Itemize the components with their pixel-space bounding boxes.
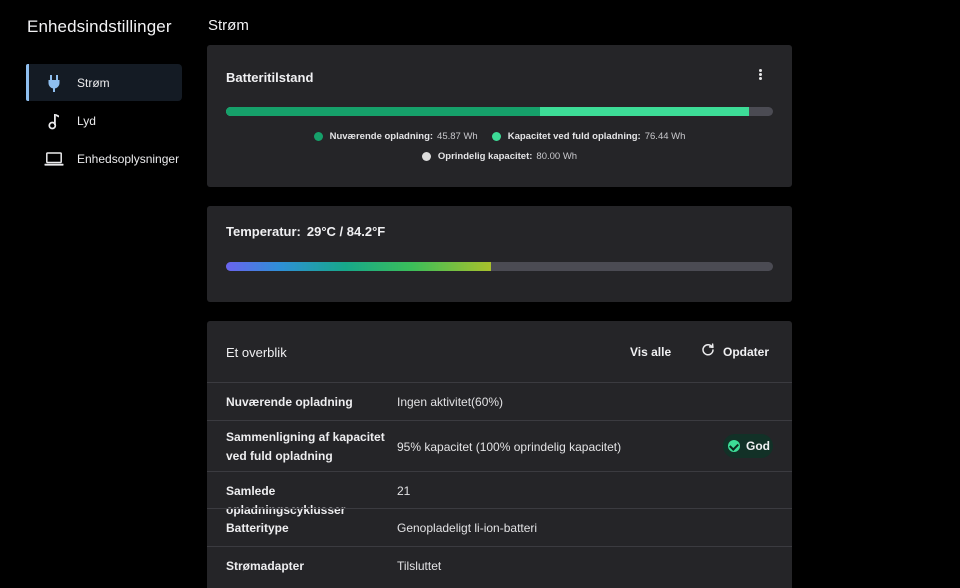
legend-value: 80.00 Wh bbox=[536, 150, 578, 162]
more-dot bbox=[758, 77, 762, 80]
page-title: Strøm bbox=[208, 17, 249, 34]
view-all-button[interactable]: Vis alle bbox=[630, 345, 671, 359]
row-value: 21 bbox=[397, 484, 411, 498]
battery-capacity-bar bbox=[226, 107, 773, 116]
legend-dot bbox=[421, 151, 431, 161]
app-window: Enhedsindstillinger Strøm Lyd Enhedsoply… bbox=[0, 0, 960, 588]
battery-legend-row-2: Oprindelig kapacitet: 80.00 Wh bbox=[207, 150, 792, 162]
refresh-label: Opdater bbox=[723, 345, 770, 359]
sidebar-item-sound[interactable]: Lyd bbox=[26, 102, 182, 139]
temperature-level-fill bbox=[226, 262, 492, 271]
laptop-icon bbox=[44, 149, 64, 169]
row-label: Nuværende opladning bbox=[226, 395, 353, 409]
sidebar-item-label: Strøm bbox=[77, 75, 110, 90]
row-value: 95% kapacitet (100% oprindelig kapacitet… bbox=[397, 440, 622, 454]
plug-icon bbox=[44, 73, 64, 93]
sidebar-item-device-info[interactable]: Enhedsoplysninger bbox=[26, 140, 182, 177]
overview-card: Et overblik Vis alle Opdater Nuværende o… bbox=[207, 321, 792, 588]
refresh-button[interactable]: Opdater bbox=[701, 342, 770, 362]
app-title: Enhedsindstillinger bbox=[27, 17, 172, 36]
temperature-heading: Temperatur: 29°C / 84.2°F bbox=[226, 224, 385, 239]
sidebar-item-power[interactable]: Strøm bbox=[26, 64, 182, 101]
more-dot bbox=[758, 69, 762, 72]
more-dot bbox=[758, 73, 762, 76]
legend-dot bbox=[491, 131, 501, 141]
row-value: Tilsluttet bbox=[397, 559, 442, 573]
status-badge: God bbox=[723, 434, 773, 458]
overview-header: Et overblik Vis alle Opdater bbox=[207, 321, 792, 383]
status-badge-label: God bbox=[746, 439, 770, 453]
legend-dot bbox=[313, 131, 323, 141]
temperature-value: 29°C / 84.2°F bbox=[306, 224, 386, 239]
legend-value: 45.87 Wh bbox=[437, 130, 478, 142]
legend-current-charge: Nuværende opladning: 45.87 Wh bbox=[313, 130, 478, 142]
overview-title: Et overblik bbox=[226, 345, 287, 360]
table-row: Strømadapter Tilsluttet bbox=[207, 546, 792, 587]
sidebar-item-label: Lyd bbox=[77, 113, 96, 128]
temperature-bar bbox=[226, 262, 773, 271]
table-row: Samlede opladningscyklusser 21 bbox=[207, 471, 792, 517]
check-circle-icon bbox=[728, 440, 740, 452]
temperature-card: Temperatur: 29°C / 84.2°F bbox=[207, 206, 792, 302]
more-options-button[interactable] bbox=[754, 68, 766, 84]
battery-health-title: Batteritilstand bbox=[226, 70, 314, 85]
legend-label: Kapacitet ved fuld opladning: bbox=[507, 130, 641, 142]
row-label: Sammenligning af kapacitet ved fuld opla… bbox=[226, 430, 385, 463]
row-value: Ingen aktivitet(60%) bbox=[397, 395, 504, 409]
legend-full-capacity: Kapacitet ved fuld opladning: 76.44 Wh bbox=[491, 130, 686, 142]
table-row: Batteritype Genopladeligt li-ion-batteri bbox=[207, 508, 792, 546]
current-charge-segment bbox=[226, 107, 540, 116]
sidebar: Enhedsindstillinger Strøm Lyd Enhedsoply… bbox=[0, 0, 195, 588]
sidebar-item-label: Enhedsoplysninger bbox=[77, 151, 180, 166]
battery-health-card: Batteritilstand Nuværende opladning: 45.… bbox=[207, 45, 792, 187]
table-row: Sammenligning af kapacitet ved fuld opla… bbox=[207, 420, 792, 471]
legend-label: Nuværende opladning: bbox=[329, 130, 434, 142]
row-label: Strømadapter bbox=[226, 559, 305, 573]
refresh-icon bbox=[701, 342, 715, 362]
legend-label: Oprindelig kapacitet: bbox=[437, 150, 533, 162]
table-row: Nuværende opladning Ingen aktivitet(60%) bbox=[207, 382, 792, 420]
battery-legend-row-1: Nuværende opladning: 45.87 Wh Kapacitet … bbox=[207, 130, 792, 142]
legend-original-capacity: Oprindelig kapacitet: 80.00 Wh bbox=[421, 150, 578, 162]
legend-value: 76.44 Wh bbox=[644, 130, 686, 142]
music-note-icon bbox=[44, 111, 64, 131]
row-label: Batteritype bbox=[226, 521, 289, 535]
row-value: Genopladeligt li-ion-batteri bbox=[397, 521, 538, 535]
temperature-label: Temperatur: bbox=[226, 224, 301, 239]
